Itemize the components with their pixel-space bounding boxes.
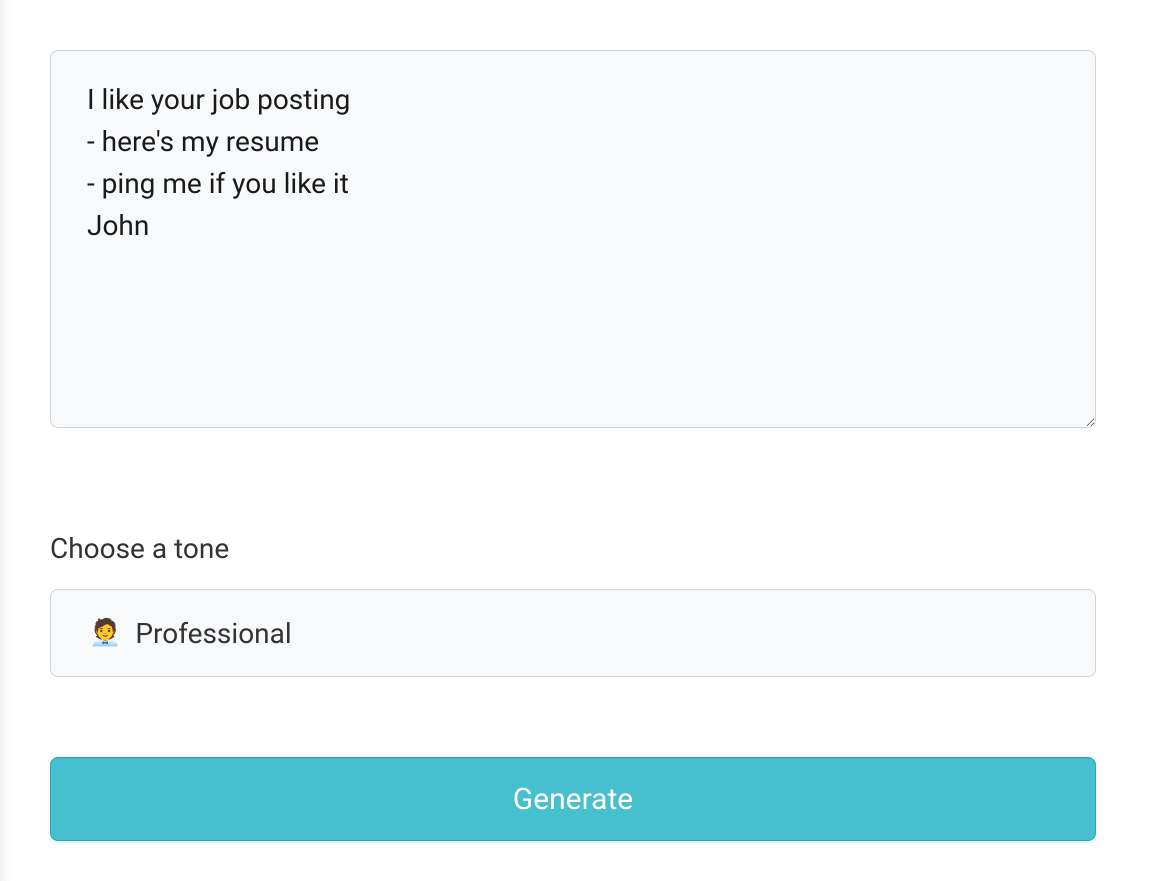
- tone-label: Choose a tone: [50, 532, 1096, 565]
- tone-select[interactable]: 🧑‍💼 Professional: [50, 589, 1096, 677]
- professional-icon: 🧑‍💼: [89, 618, 121, 648]
- generate-button[interactable]: Generate: [50, 757, 1096, 841]
- message-input[interactable]: [50, 50, 1096, 428]
- tone-select-text: Professional: [135, 617, 291, 650]
- form-container: Choose a tone 🧑‍💼 Professional Generate: [50, 50, 1096, 841]
